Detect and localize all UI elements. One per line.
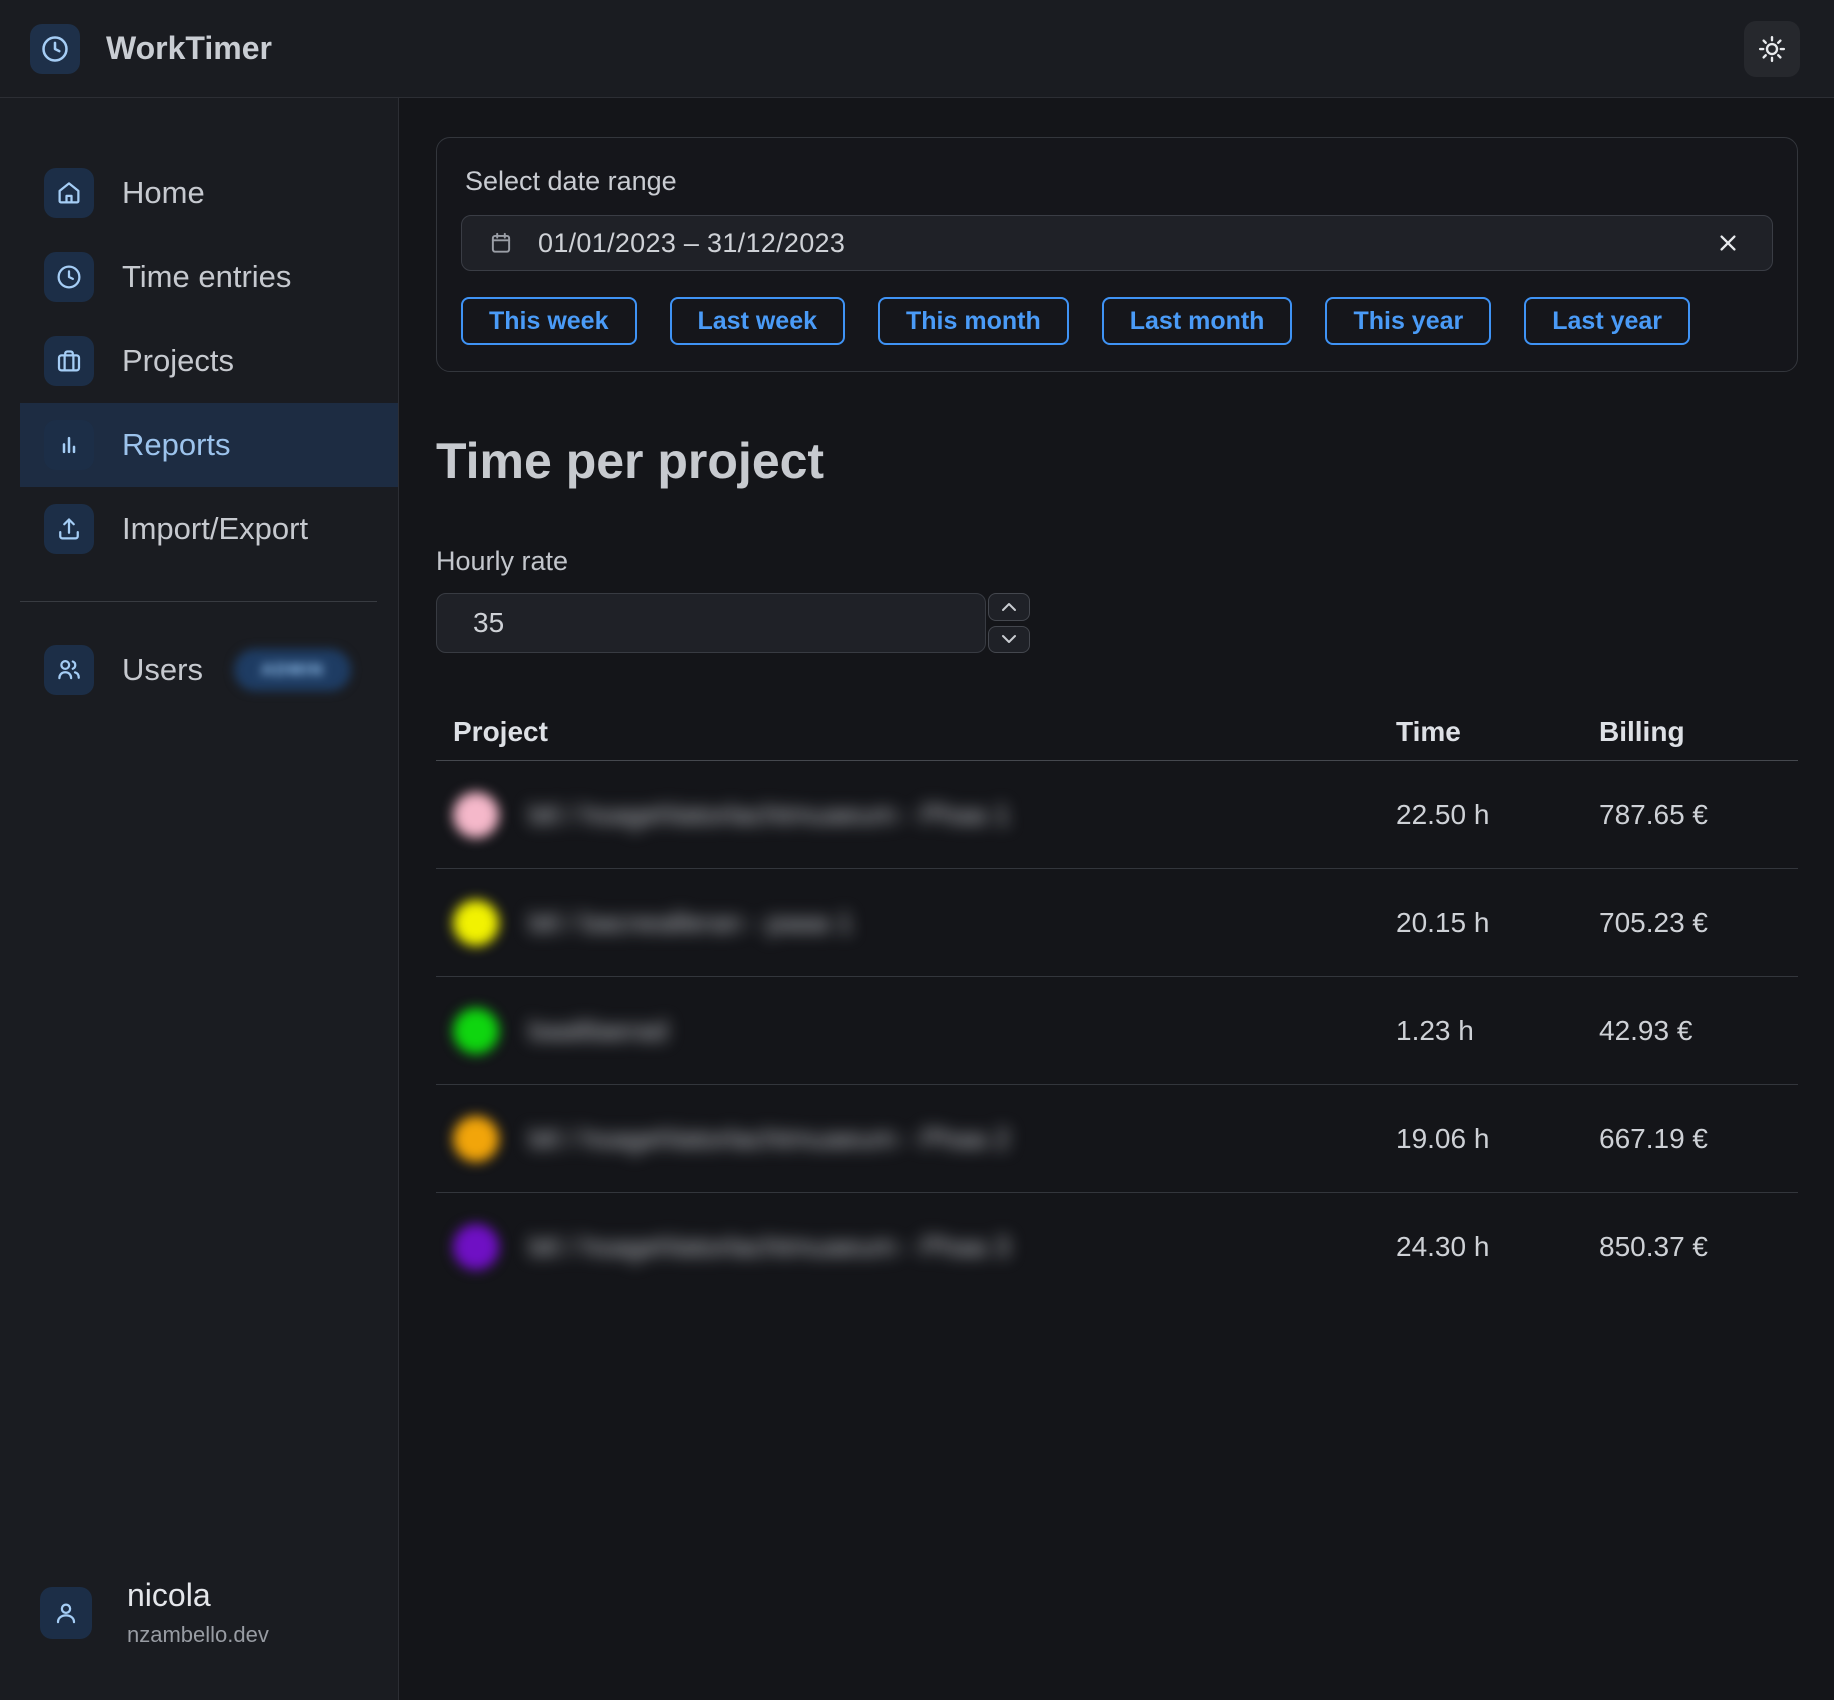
sidebar-user-info[interactable]: nicola nzambello.dev <box>0 1577 398 1700</box>
table-row: btl / hsagehlatorlachtmuaeum - Phaa 2 19… <box>436 1085 1798 1193</box>
this-year-button[interactable]: This year <box>1325 297 1491 345</box>
date-range-card: Select date range 01/01/2023 – 31/12/202… <box>436 137 1798 372</box>
chevron-up-icon <box>999 600 1019 614</box>
project-name-redacted: btl / hsagehlatorlachtmuaeum - Phaa 2 <box>529 1123 1010 1155</box>
worktimer-app: WorkTimer <box>0 0 1834 1700</box>
calendar-icon <box>488 230 514 256</box>
time-per-project-table: Project Time Billing btl / hsagehlatorla… <box>436 703 1798 1301</box>
table-row: baaltlaerad 1.23 h 42.93 € <box>436 977 1798 1085</box>
quick-range-buttons: This week Last week This month Last mont… <box>461 297 1773 345</box>
column-header-billing: Billing <box>1599 716 1798 748</box>
user-name: nicola <box>127 1577 269 1614</box>
this-month-button[interactable]: This month <box>878 297 1069 345</box>
project-name-redacted: btl / bacnealleran - paaa 1 <box>529 907 853 939</box>
sidebar-item-label: Import/Export <box>122 511 308 547</box>
sidebar-item-label: Time entries <box>122 259 291 295</box>
home-icon <box>44 168 94 218</box>
hourly-rate-label: Hourly rate <box>436 546 1798 577</box>
sidebar-item-label: Reports <box>122 427 231 463</box>
last-year-button[interactable]: Last year <box>1524 297 1690 345</box>
chevron-down-icon <box>999 632 1019 646</box>
project-name-redacted: btl / hsagehlatorlachtmuaeum - Phaa 3 <box>529 1231 1010 1263</box>
hourly-rate-input[interactable] <box>436 593 986 653</box>
project-color-dot <box>453 1224 499 1270</box>
project-color-dot <box>453 792 499 838</box>
upload-icon <box>44 504 94 554</box>
last-month-button[interactable]: Last month <box>1102 297 1293 345</box>
sun-icon <box>1757 34 1787 64</box>
table-header: Project Time Billing <box>436 703 1798 761</box>
project-name-redacted: btl / hsagehlatorlachtmuaeum - Phaa 1 <box>529 799 1010 831</box>
hourly-rate-control <box>436 593 1030 653</box>
sidebar-item-label: Home <box>122 175 205 211</box>
column-header-project: Project <box>453 716 1396 748</box>
briefcase-icon <box>44 336 94 386</box>
date-range-value: 01/01/2023 – 31/12/2023 <box>538 228 845 259</box>
theme-toggle-button[interactable] <box>1744 21 1800 77</box>
clock-icon <box>44 252 94 302</box>
sidebar-item-label: Projects <box>122 343 234 379</box>
sidebar-item-import-export[interactable]: Import/Export <box>20 487 398 571</box>
clear-date-range-button[interactable] <box>1710 225 1746 261</box>
app-title: WorkTimer <box>106 30 272 67</box>
billing-cell: 787.65 € <box>1599 799 1798 831</box>
billing-cell: 705.23 € <box>1599 907 1798 939</box>
app-logo-clock-icon <box>30 24 80 74</box>
billing-cell: 667.19 € <box>1599 1123 1798 1155</box>
close-icon <box>1714 229 1742 257</box>
sidebar-item-home[interactable]: Home <box>20 151 398 235</box>
project-color-dot <box>453 1008 499 1054</box>
date-range-label: Select date range <box>465 166 1773 197</box>
this-week-button[interactable]: This week <box>461 297 637 345</box>
app-header: WorkTimer <box>0 0 1834 98</box>
column-header-time: Time <box>1396 716 1599 748</box>
project-color-dot <box>453 1116 499 1162</box>
date-range-input[interactable]: 01/01/2023 – 31/12/2023 <box>461 215 1773 271</box>
page-title: Time per project <box>436 432 1798 490</box>
last-week-button[interactable]: Last week <box>670 297 846 345</box>
sidebar-item-label: Users <box>122 652 203 688</box>
project-color-dot <box>453 900 499 946</box>
time-cell: 22.50 h <box>1396 799 1599 831</box>
sidebar-divider <box>20 601 377 602</box>
billing-cell: 42.93 € <box>1599 1015 1798 1047</box>
hourly-rate-stepper <box>988 593 1030 653</box>
table-row: btl / bacnealleran - paaa 1 20.15 h 705.… <box>436 869 1798 977</box>
main-content: Select date range 01/01/2023 – 31/12/202… <box>399 98 1834 1700</box>
sidebar-item-reports[interactable]: Reports <box>20 403 398 487</box>
sidebar-item-users[interactable]: Users ADMIN <box>20 628 398 712</box>
billing-cell: 850.37 € <box>1599 1231 1798 1263</box>
time-cell: 19.06 h <box>1396 1123 1599 1155</box>
sidebar: Home Time entries Proj <box>0 98 399 1700</box>
person-icon <box>40 1587 92 1639</box>
time-cell: 1.23 h <box>1396 1015 1599 1047</box>
user-domain: nzambello.dev <box>127 1622 269 1648</box>
time-cell: 20.15 h <box>1396 907 1599 939</box>
admin-badge: ADMIN <box>234 649 351 691</box>
time-cell: 24.30 h <box>1396 1231 1599 1263</box>
stepper-down-button[interactable] <box>988 626 1030 654</box>
table-row: btl / hsagehlatorlachtmuaeum - Phaa 3 24… <box>436 1193 1798 1301</box>
sidebar-item-time-entries[interactable]: Time entries <box>20 235 398 319</box>
stepper-up-button[interactable] <box>988 593 1030 621</box>
users-icon <box>44 645 94 695</box>
bar-chart-icon <box>44 420 94 470</box>
project-name-redacted: baaltlaerad <box>529 1015 668 1047</box>
table-row: btl / hsagehlatorlachtmuaeum - Phaa 1 22… <box>436 761 1798 869</box>
sidebar-item-projects[interactable]: Projects <box>20 319 398 403</box>
